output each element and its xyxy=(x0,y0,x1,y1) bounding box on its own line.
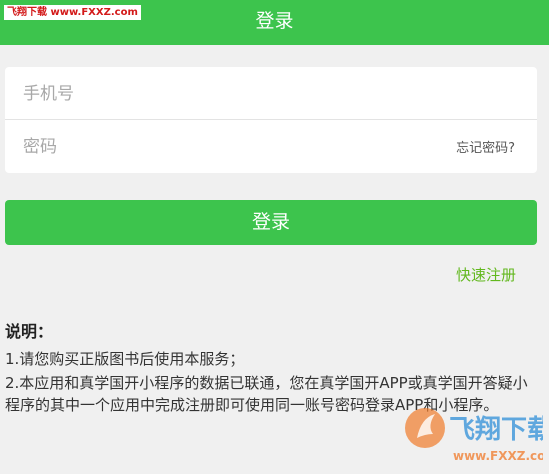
watermark-logo: 飞翔下载 www.FXXZ.com xyxy=(405,408,543,463)
phone-field[interactable]: 手机号 xyxy=(5,67,537,120)
login-button[interactable]: 登录 xyxy=(5,200,537,245)
notes-item-1: 1.请您购买正版图书后使用本服务； xyxy=(5,350,245,368)
watermark-logo-name: 飞翔下载 xyxy=(449,415,543,445)
notes-heading: 说明： xyxy=(5,322,54,341)
quick-register-link[interactable]: 快速注册 xyxy=(456,264,516,286)
login-form-card: 手机号 密码 忘记密码? xyxy=(5,67,537,173)
password-placeholder: 密码 xyxy=(23,137,57,157)
forgot-password-link[interactable]: 忘记密码? xyxy=(456,138,515,160)
watermark-logo-url: www.FXXZ.com xyxy=(453,449,543,463)
watermark-text: 飞翔下载 www.FXXZ.com xyxy=(4,5,141,20)
password-field[interactable]: 密码 忘记密码? xyxy=(5,120,537,172)
phone-placeholder: 手机号 xyxy=(23,84,74,104)
